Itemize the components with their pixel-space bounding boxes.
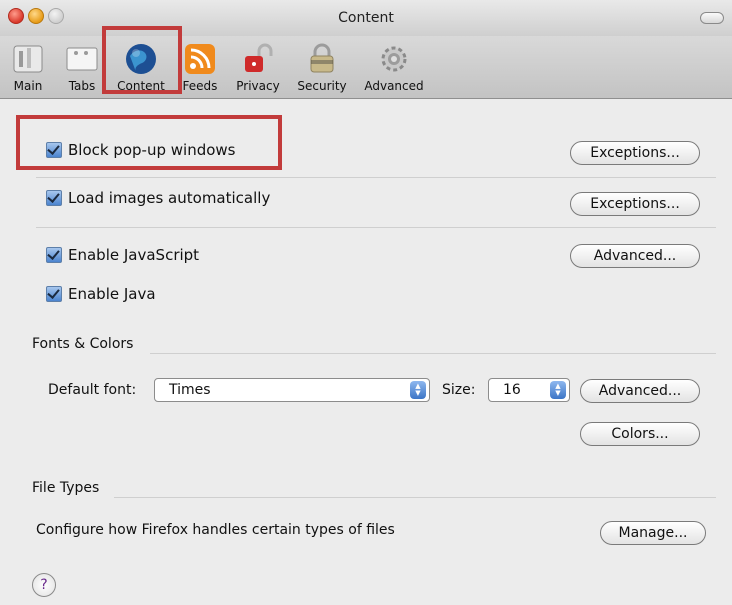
tab-privacy-label: Privacy: [236, 79, 280, 93]
file-types-description: Configure how Firefox handles certain ty…: [36, 522, 395, 538]
checkbox-checked-icon: [46, 286, 62, 302]
tab-security-label: Security: [297, 79, 347, 93]
font-size-select[interactable]: 16 ▲ ▼: [488, 378, 570, 402]
fonts-colors-heading: Fonts & Colors: [32, 336, 134, 352]
checkbox-checked-icon: [46, 190, 62, 206]
tab-feeds[interactable]: Feeds: [176, 36, 224, 98]
gear-icon: [381, 46, 407, 72]
default-font-select[interactable]: Times ▲ ▼: [154, 378, 430, 402]
tab-privacy[interactable]: Privacy: [232, 36, 284, 98]
content-tab-highlight: [102, 26, 182, 94]
content-pane: Block pop-up windows Exceptions... Load …: [0, 99, 732, 605]
file-types-heading: File Types: [32, 480, 100, 496]
manage-button[interactable]: Manage...: [600, 521, 706, 545]
checkbox-checked-icon: [46, 247, 62, 263]
fonts-advanced-button[interactable]: Advanced...: [580, 379, 700, 403]
javascript-advanced-button[interactable]: Advanced...: [570, 244, 700, 268]
divider: [150, 353, 716, 354]
select-arrows-icon: ▲ ▼: [410, 381, 426, 399]
images-exceptions-button[interactable]: Exceptions...: [570, 192, 700, 216]
colors-button[interactable]: Colors...: [580, 422, 700, 446]
tab-main-label: Main: [13, 79, 43, 93]
checkbox-checked-icon: [46, 142, 62, 158]
switch-icon: [13, 45, 43, 73]
block-popups-label: Block pop-up windows: [68, 141, 236, 159]
rss-icon: [185, 44, 215, 74]
load-images-label: Load images automatically: [68, 189, 271, 207]
size-label: Size:: [442, 382, 476, 398]
tab-security[interactable]: Security: [292, 36, 352, 98]
divider: [36, 227, 716, 228]
font-size-value: 16: [503, 382, 521, 398]
tab-tabs[interactable]: Tabs: [60, 36, 104, 98]
tab-main[interactable]: Main: [8, 36, 48, 98]
tab-advanced[interactable]: Advanced: [360, 36, 428, 98]
tab-tabs-label: Tabs: [68, 79, 96, 93]
default-font-value: Times: [169, 382, 211, 398]
enable-java-label: Enable Java: [68, 285, 156, 303]
popup-exceptions-button[interactable]: Exceptions...: [570, 141, 700, 165]
divider: [36, 177, 716, 178]
tabs-icon: [66, 47, 98, 71]
load-images-checkbox[interactable]: Load images automatically: [46, 189, 270, 207]
enable-java-checkbox[interactable]: Enable Java: [46, 285, 156, 303]
help-icon: ?: [40, 577, 48, 593]
preferences-toolbar: Main Tabs Content Feeds Privacy Security…: [0, 26, 732, 99]
block-popups-checkbox[interactable]: Block pop-up windows: [46, 141, 236, 159]
tab-advanced-label: Advanced: [364, 79, 424, 93]
lock-icon: [245, 43, 273, 72]
divider: [114, 497, 716, 498]
enable-javascript-checkbox[interactable]: Enable JavaScript: [46, 246, 199, 264]
default-font-label: Default font:: [48, 382, 137, 398]
tab-feeds-label: Feeds: [182, 79, 218, 93]
window-title: Content: [338, 10, 394, 26]
select-arrows-icon: ▲ ▼: [550, 381, 566, 399]
toolbar-toggle-button[interactable]: [700, 12, 724, 24]
enable-javascript-label: Enable JavaScript: [68, 246, 200, 264]
padlock-icon: [310, 43, 334, 73]
help-button[interactable]: ?: [32, 573, 56, 597]
